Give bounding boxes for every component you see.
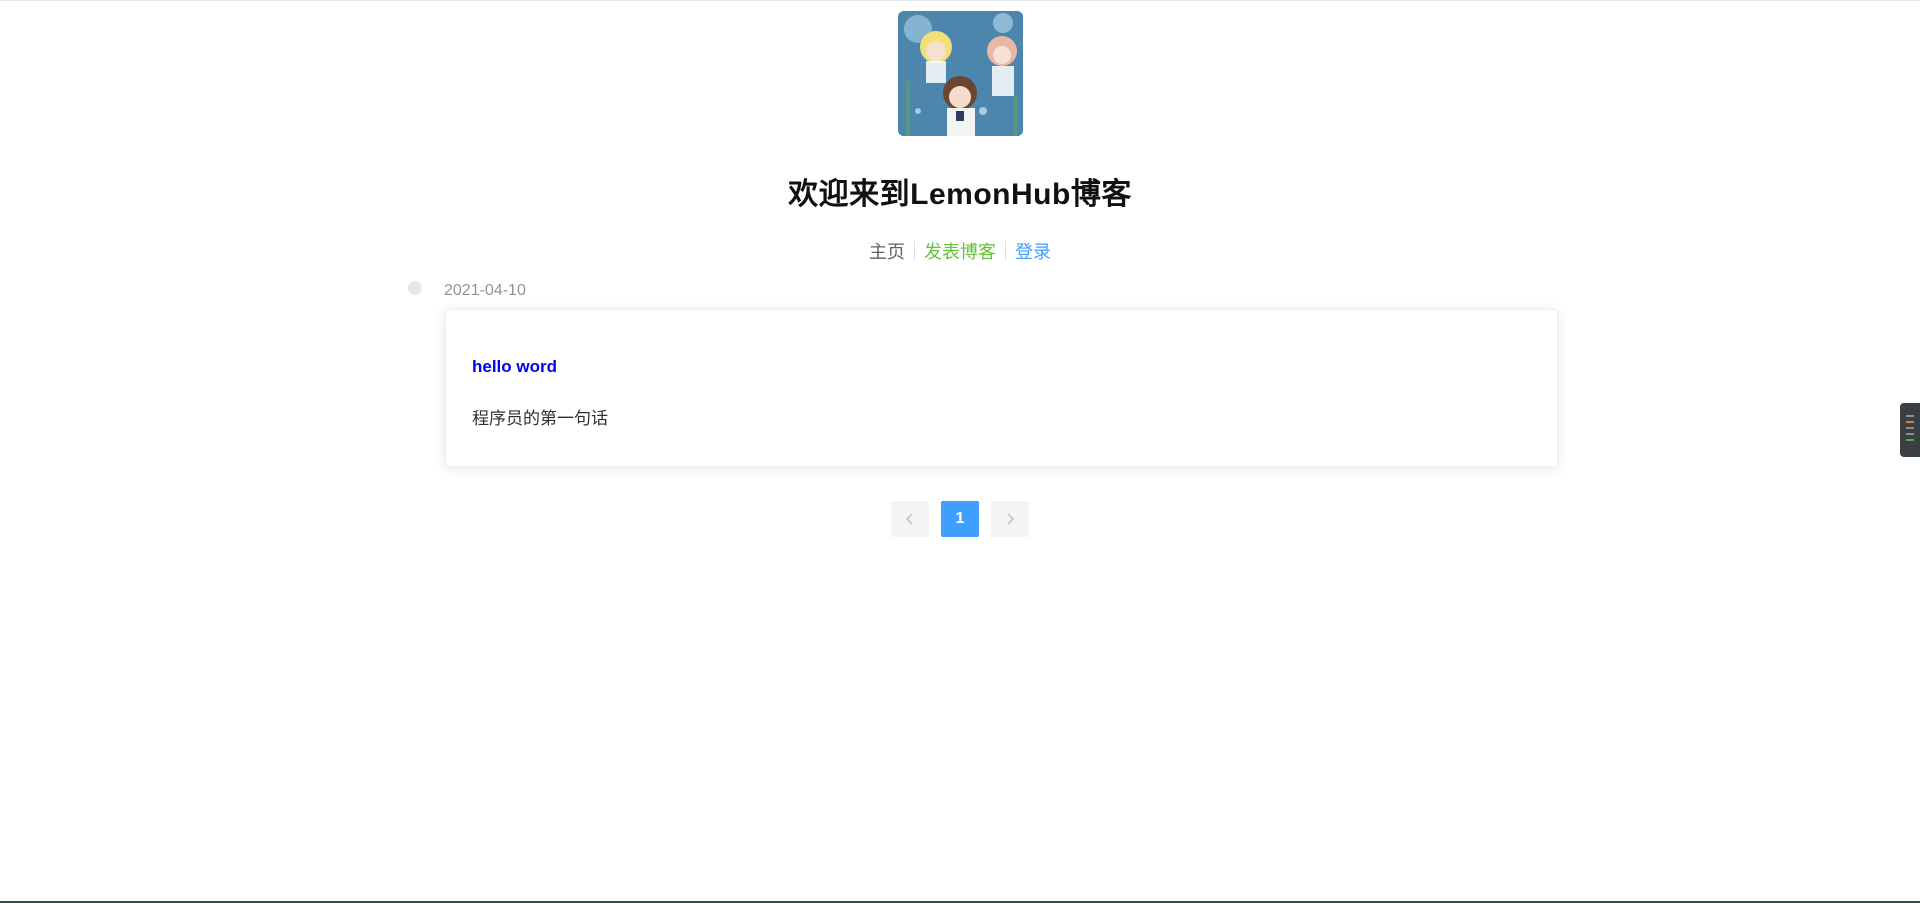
post-card: hello word 程序员的第一句话 xyxy=(445,309,1558,467)
avatar-image xyxy=(897,11,1023,136)
avatar xyxy=(897,11,1023,136)
widget-bar xyxy=(1906,439,1914,441)
page-number-button[interactable]: 1 xyxy=(941,501,979,537)
post-title-link[interactable]: hello word xyxy=(472,357,557,377)
widget-bar xyxy=(1906,421,1914,423)
next-page-button[interactable] xyxy=(991,501,1029,537)
post-description: 程序员的第一句话 xyxy=(472,409,608,428)
site-title: 欢迎来到LemonHub博客 xyxy=(788,178,1132,211)
nav-login-link[interactable]: 登录 xyxy=(1006,238,1060,264)
widget-bar xyxy=(1906,433,1914,435)
nav-home-link[interactable]: 主页 xyxy=(860,238,914,264)
pagination: 1 xyxy=(891,501,1029,537)
nav-post-blog-link[interactable]: 发表博客 xyxy=(915,238,1005,264)
widget-bar xyxy=(1906,415,1914,417)
page: 欢迎来到LemonHub博客 主页 发表博客 登录 2021-04-10 hel… xyxy=(0,0,1920,903)
chevron-right-icon xyxy=(1007,513,1015,525)
chevron-left-icon xyxy=(905,513,913,525)
prev-page-button[interactable] xyxy=(891,501,929,537)
header: 欢迎来到LemonHub博客 主页 发表博客 登录 xyxy=(0,11,1920,264)
timeline-dot xyxy=(408,281,422,295)
timeline-date: 2021-04-10 xyxy=(444,282,526,299)
side-widget[interactable] xyxy=(1900,403,1920,457)
widget-bar xyxy=(1906,427,1914,429)
main-nav: 主页 发表博客 登录 xyxy=(0,238,1920,264)
